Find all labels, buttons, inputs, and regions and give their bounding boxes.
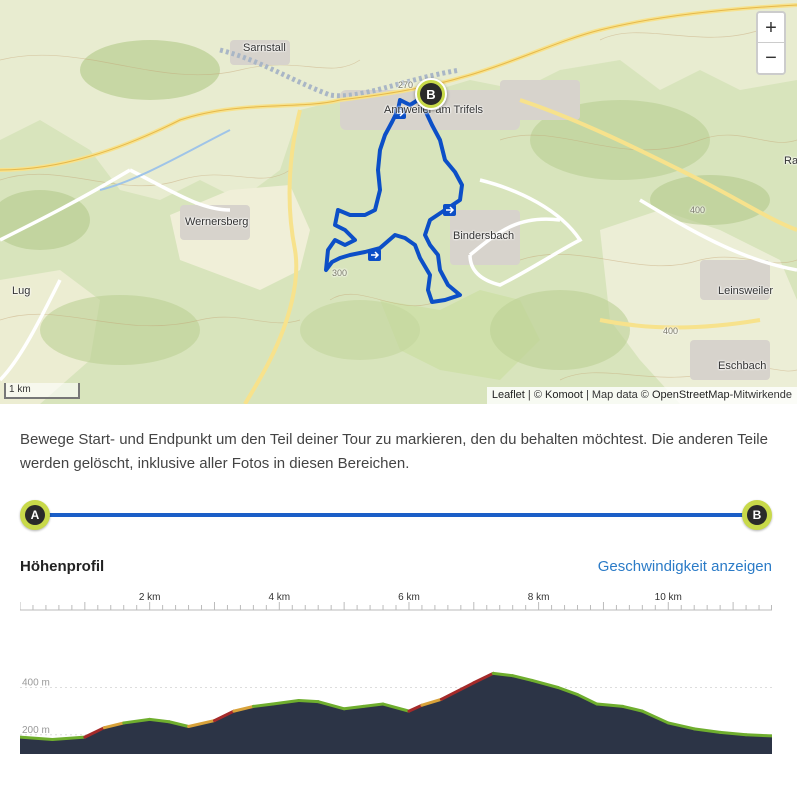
trim-slider-track[interactable]: [34, 513, 758, 517]
x-tick-label: 8 km: [528, 592, 550, 603]
contour-label: 400: [690, 205, 706, 215]
map-scale: 1 km: [4, 383, 80, 399]
place-label-wernersberg: Wernersberg: [185, 216, 249, 228]
road-number-label: 270: [398, 80, 414, 90]
place-label-sarnstall: Sarnstall: [243, 42, 286, 54]
place-label-lug: Lug: [12, 285, 31, 297]
y-tick-label: 400 m: [22, 678, 50, 689]
start-handle-label: A: [25, 505, 45, 525]
x-tick-label: 2 km: [139, 592, 161, 603]
end-marker-label: B: [420, 83, 442, 105]
start-handle[interactable]: A: [20, 500, 50, 530]
komoot-link[interactable]: Komoot: [545, 389, 583, 401]
profile-header: Höhenprofil Geschwindigkeit anzeigen: [20, 558, 772, 578]
trim-slider[interactable]: A B: [20, 500, 772, 530]
place-label-eschbach: Eschbach: [718, 360, 767, 372]
elevation-chart[interactable]: 2 km 4 km 6 km 8 km 10 km 200 m 400 m: [20, 588, 772, 758]
leaflet-link[interactable]: Leaflet: [492, 389, 525, 401]
map-terrain: [0, 0, 797, 404]
map[interactable]: Sarnstall Annweiler am Trifels Wernersbe…: [0, 0, 797, 404]
elevation-area: [20, 673, 772, 754]
end-marker[interactable]: B: [415, 78, 447, 110]
attribution-suffix: -Mitwirkende: [729, 389, 792, 401]
zoom-control: + −: [756, 11, 786, 75]
elevation-segment: [297, 698, 320, 704]
show-speed-link[interactable]: Geschwindigkeit anzeigen: [598, 558, 772, 575]
y-tick-label: 200 m: [22, 725, 50, 736]
end-handle[interactable]: B: [742, 500, 772, 530]
x-tick-label: 6 km: [398, 592, 420, 603]
x-tick-label: 10 km: [655, 592, 682, 603]
x-tick-label: 4 km: [268, 592, 290, 603]
profile-title: Höhenprofil: [20, 558, 105, 575]
attribution-sep: | ©: [524, 389, 545, 401]
zoom-in-button[interactable]: +: [758, 13, 784, 43]
end-handle-label: B: [747, 505, 767, 525]
elevation-segment: [744, 733, 772, 738]
map-attribution: Leaflet | © Komoot | Map data © OpenStre…: [486, 387, 797, 404]
place-label-leinsweiler: Leinsweiler: [718, 285, 774, 297]
place-label-ra: Ra: [784, 155, 797, 167]
place-label-bindersbach: Bindersbach: [453, 230, 515, 242]
contour-label: 400: [663, 326, 679, 336]
attribution-sep: | Map data ©: [582, 389, 652, 401]
trim-description: Bewege Start- und Endpunkt um den Teil d…: [20, 431, 768, 472]
osm-link[interactable]: OpenStreetMap: [652, 389, 730, 401]
zoom-out-button[interactable]: −: [758, 43, 784, 73]
contour-label: 300: [332, 268, 348, 278]
